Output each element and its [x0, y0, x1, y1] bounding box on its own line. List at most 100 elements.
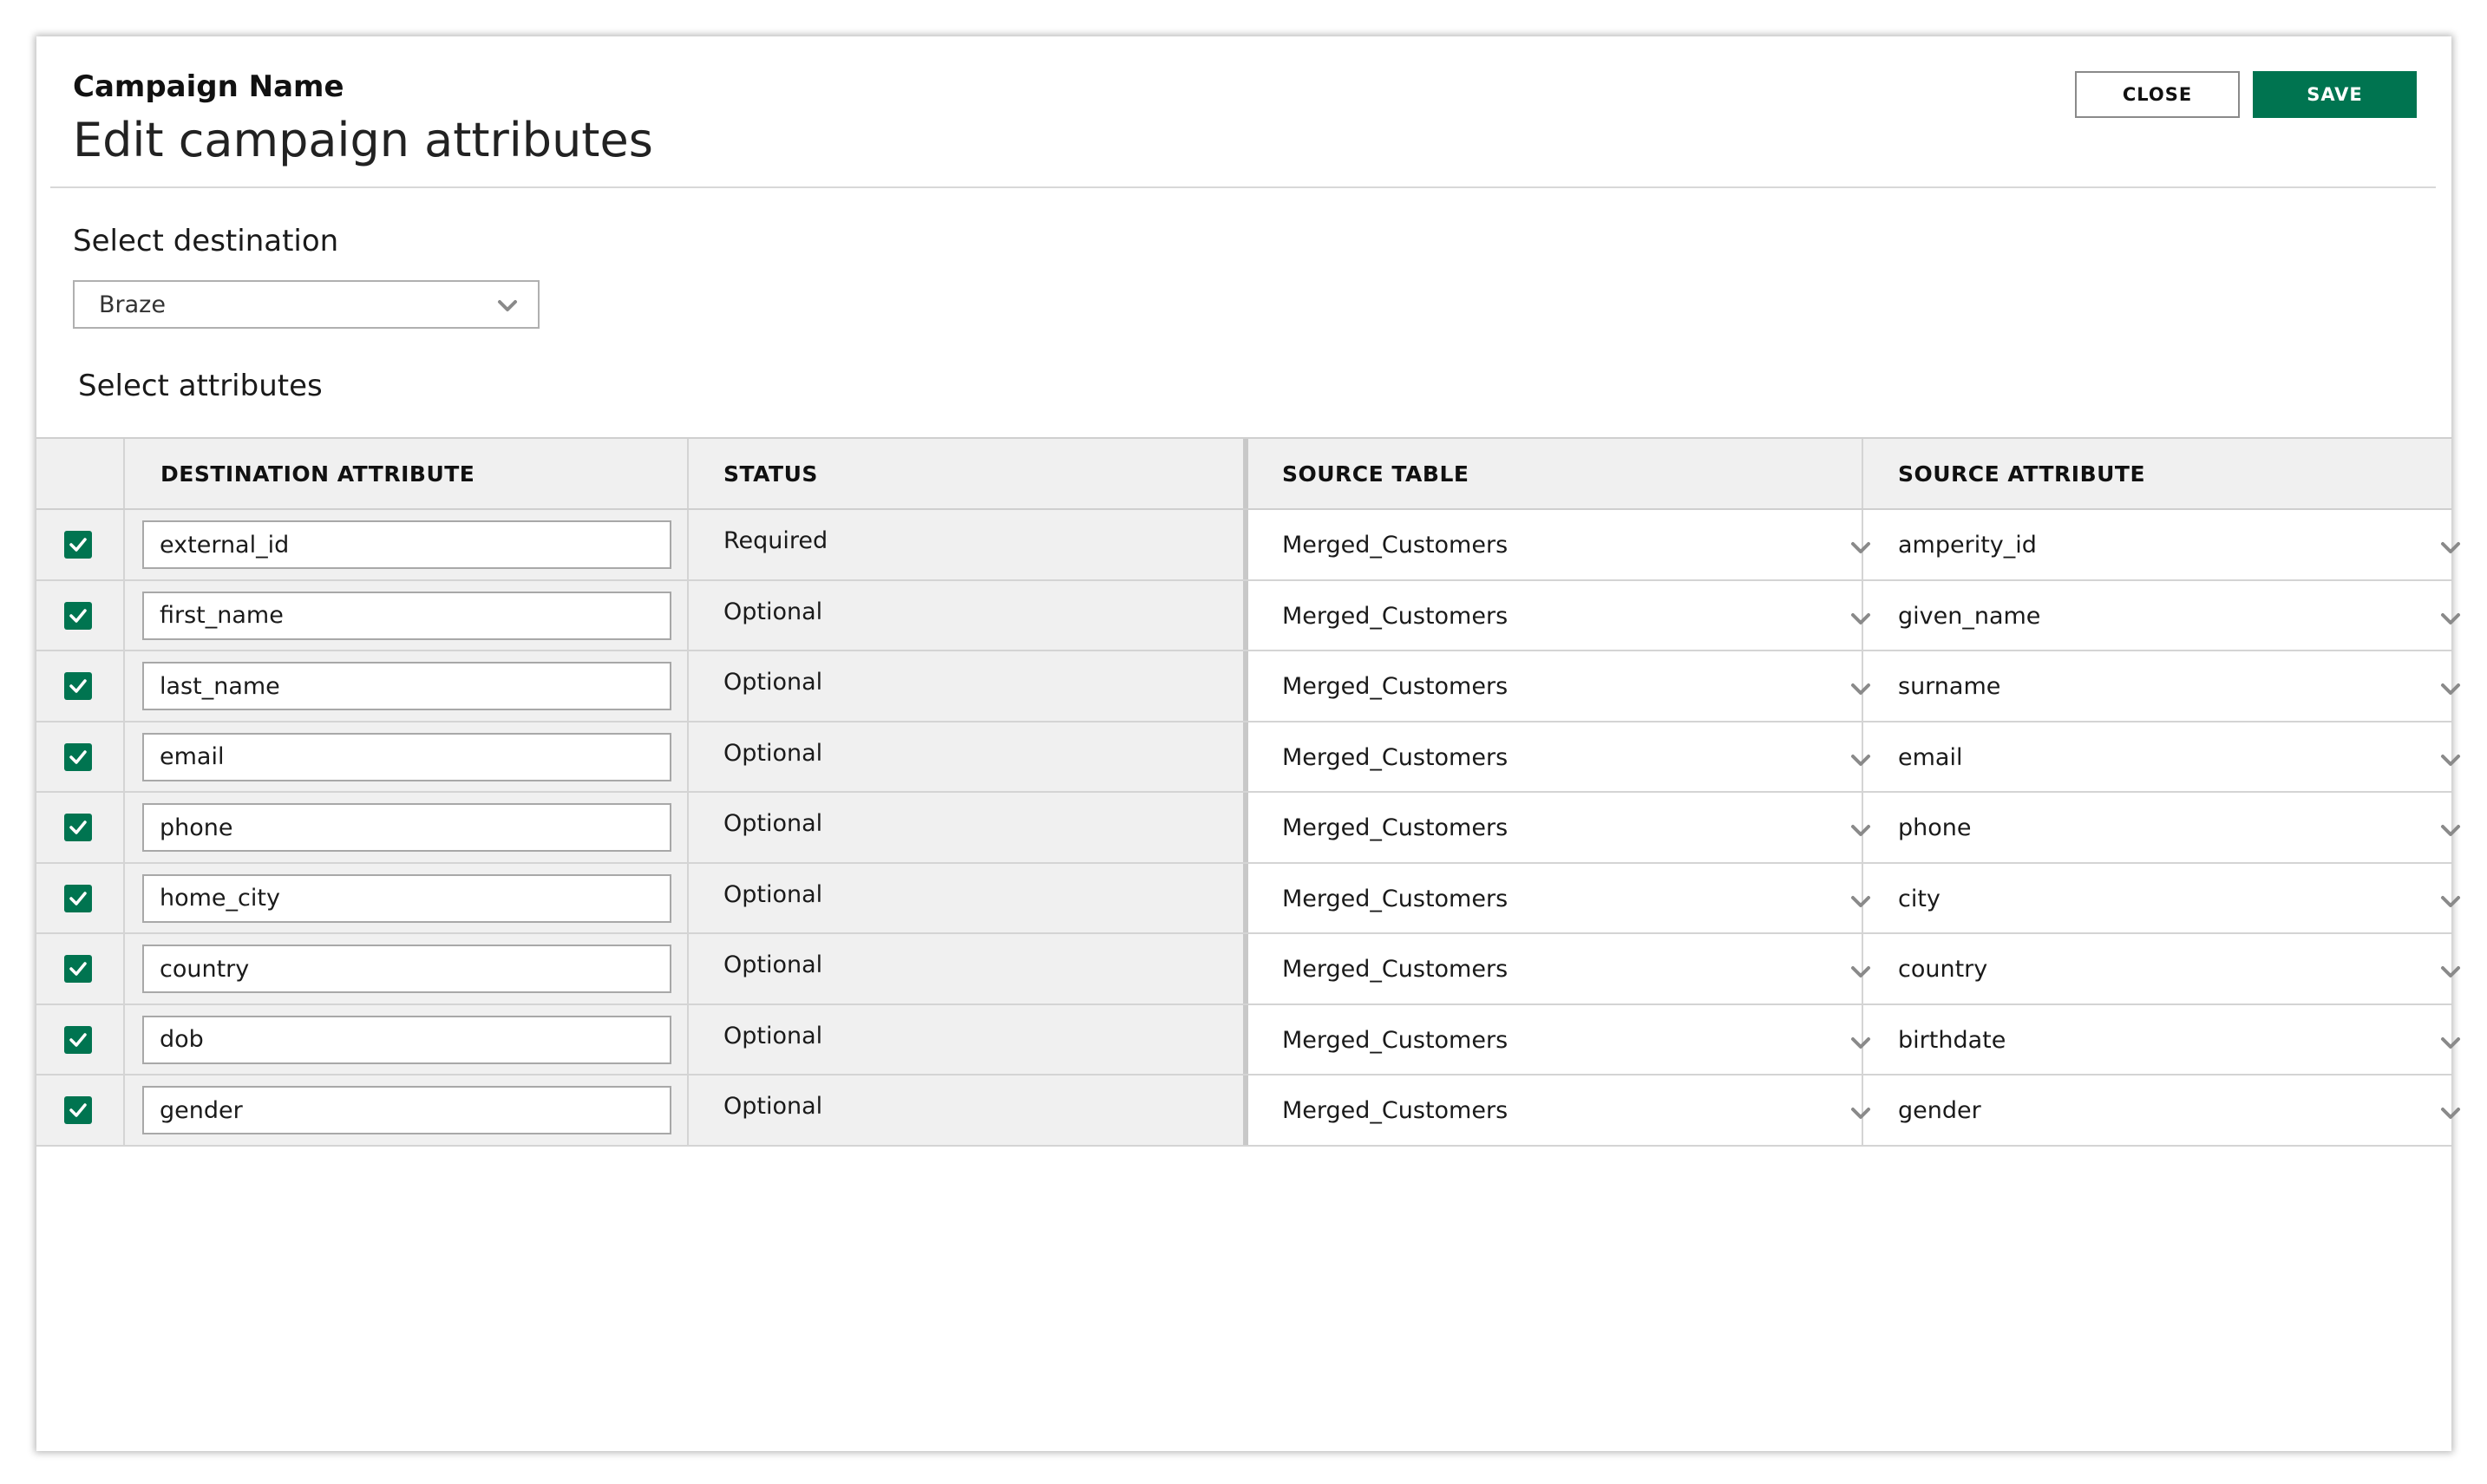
- source-attribute-select[interactable]: given_name: [1898, 582, 2040, 651]
- row-checkbox[interactable]: [64, 955, 92, 983]
- column-divider: [123, 863, 125, 932]
- status-text: Optional: [723, 810, 823, 838]
- table-row: first_name Optional Merged_Customers given_…: [36, 580, 2460, 651]
- source-attribute-select[interactable]: email: [1898, 723, 1962, 793]
- row-checkbox[interactable]: [64, 1096, 92, 1124]
- chevron-down-icon[interactable]: [2439, 1102, 2462, 1128]
- chevron-down-icon[interactable]: [2439, 819, 2462, 845]
- column-divider: [1243, 793, 1248, 862]
- source-attribute-select[interactable]: phone: [1898, 794, 1972, 863]
- row-checkbox[interactable]: [64, 742, 92, 771]
- chevron-down-icon[interactable]: [1849, 607, 1872, 633]
- table-header: DESTINATION ATTRIBUTE STATUS SOURCE TABL…: [36, 437, 2451, 510]
- column-divider: [1862, 439, 1863, 508]
- source-table-select[interactable]: Merged_Customers: [1282, 652, 1508, 722]
- chevron-down-icon[interactable]: [2439, 536, 2462, 562]
- source-attribute-select[interactable]: gender: [1898, 1076, 1981, 1146]
- table-row: country Optional Merged_Customers country: [36, 934, 2460, 1005]
- destination-attribute-value: home_city: [160, 885, 280, 912]
- column-divider: [123, 1004, 125, 1074]
- column-divider: [1243, 651, 1248, 721]
- check-icon: [69, 679, 87, 693]
- chevron-down-icon[interactable]: [2439, 677, 2462, 703]
- destination-attribute-input[interactable]: email: [142, 732, 671, 781]
- source-attribute-select[interactable]: amperity_id: [1898, 511, 2037, 580]
- chevron-down-icon[interactable]: [1849, 960, 1872, 986]
- status-text: Required: [723, 527, 828, 555]
- source-attribute-select[interactable]: surname: [1898, 652, 2000, 722]
- destination-select-value: Braze: [99, 291, 166, 318]
- select-destination-label: Select destination: [73, 224, 339, 258]
- source-attribute-select[interactable]: city: [1898, 865, 1941, 934]
- destination-attribute-input[interactable]: external_id: [142, 520, 671, 569]
- chevron-down-icon[interactable]: [1849, 819, 1872, 845]
- chevron-down-icon[interactable]: [2439, 607, 2462, 633]
- source-table-select[interactable]: Merged_Customers: [1282, 1076, 1508, 1146]
- row-checkbox[interactable]: [64, 672, 92, 700]
- row-checkbox[interactable]: [64, 1025, 92, 1054]
- status-text: Optional: [723, 598, 823, 625]
- check-icon: [69, 749, 87, 764]
- source-table-select[interactable]: Merged_Customers: [1282, 723, 1508, 793]
- chevron-down-icon[interactable]: [1849, 749, 1872, 775]
- source-table-select[interactable]: Merged_Customers: [1282, 935, 1508, 1004]
- chevron-down-icon[interactable]: [2439, 749, 2462, 775]
- status-text: Optional: [723, 739, 823, 767]
- destination-attribute-input[interactable]: dob: [142, 1015, 671, 1064]
- column-divider: [687, 651, 689, 721]
- destination-attribute-input[interactable]: first_name: [142, 591, 671, 640]
- column-header-status: STATUS: [723, 461, 818, 487]
- chevron-down-icon[interactable]: [1849, 1102, 1872, 1128]
- table-row: external_id Required Merged_Customers amper…: [36, 510, 2460, 581]
- chevron-down-icon[interactable]: [1849, 677, 1872, 703]
- column-divider: [687, 439, 689, 508]
- status-text: Optional: [723, 951, 823, 979]
- chevron-down-icon: [496, 294, 519, 323]
- destination-select[interactable]: Braze: [73, 280, 540, 329]
- chevron-down-icon[interactable]: [2439, 1031, 2462, 1057]
- chevron-down-icon[interactable]: [1849, 536, 1872, 562]
- table-row: last_name Optional Merged_Customers surname: [36, 651, 2460, 722]
- attributes-table: DESTINATION ATTRIBUTE STATUS SOURCE TABL…: [36, 437, 2460, 1147]
- column-divider: [687, 863, 689, 932]
- edit-attributes-modal: Campaign Name Edit campaign attributes C…: [36, 36, 2460, 1451]
- table-row: dob Optional Merged_Customers birthdate: [36, 1004, 2460, 1075]
- table-body: external_id Required Merged_Customers amper…: [36, 510, 2460, 1147]
- table-row: gender Optional Merged_Customers gender: [36, 1075, 2460, 1147]
- source-table-select[interactable]: Merged_Customers: [1282, 794, 1508, 863]
- close-button[interactable]: CLOSE: [2075, 71, 2240, 118]
- row-checkbox[interactable]: [64, 884, 92, 912]
- check-icon: [69, 538, 87, 552]
- column-divider: [687, 580, 689, 650]
- destination-attribute-input[interactable]: home_city: [142, 873, 671, 923]
- check-icon: [69, 608, 87, 623]
- source-attribute-select[interactable]: country: [1898, 935, 1987, 1004]
- row-checkbox[interactable]: [64, 814, 92, 841]
- chevron-down-icon[interactable]: [2439, 890, 2462, 916]
- table-row: phone Optional Merged_Customers phone: [36, 793, 2460, 864]
- destination-attribute-input[interactable]: last_name: [142, 662, 671, 710]
- table-row: home_city Optional Merged_Customers city: [36, 863, 2460, 934]
- status-text: Optional: [723, 669, 823, 696]
- destination-attribute-value: dob: [160, 1026, 204, 1053]
- source-attribute-select[interactable]: birthdate: [1898, 1006, 2006, 1075]
- save-button[interactable]: SAVE: [2253, 71, 2417, 118]
- source-table-select[interactable]: Merged_Customers: [1282, 511, 1508, 580]
- source-table-select[interactable]: Merged_Customers: [1282, 865, 1508, 934]
- column-divider: [687, 793, 689, 862]
- check-icon: [69, 962, 87, 976]
- status-text: Optional: [723, 880, 823, 908]
- destination-attribute-value: email: [160, 743, 225, 770]
- destination-attribute-input[interactable]: country: [142, 945, 671, 993]
- chevron-down-icon[interactable]: [2439, 960, 2462, 986]
- chevron-down-icon[interactable]: [1849, 1031, 1872, 1057]
- destination-attribute-input[interactable]: gender: [142, 1086, 671, 1134]
- destination-attribute-input[interactable]: phone: [142, 803, 671, 852]
- row-checkbox[interactable]: [64, 601, 92, 630]
- destination-attribute-value: phone: [160, 814, 233, 841]
- chevron-down-icon[interactable]: [1849, 890, 1872, 916]
- row-checkbox[interactable]: [64, 531, 92, 559]
- source-table-select[interactable]: Merged_Customers: [1282, 582, 1508, 651]
- header-divider: [50, 186, 2436, 188]
- source-table-select[interactable]: Merged_Customers: [1282, 1006, 1508, 1075]
